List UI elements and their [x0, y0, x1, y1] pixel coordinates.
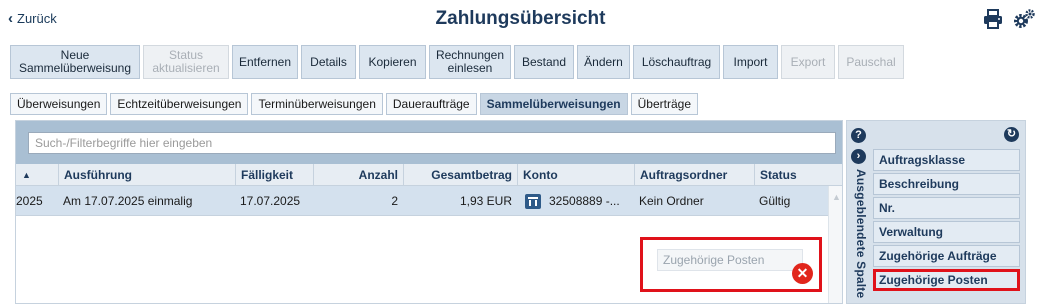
bank-icon	[525, 194, 541, 210]
update-status-button[interactable]: Status aktualisieren	[143, 45, 229, 79]
hidden-columns-title: Ausgeblendete Spalten	[854, 169, 868, 299]
button-label-line: einlesen	[447, 61, 493, 75]
column-header-status[interactable]: Status	[754, 164, 828, 186]
column-header-anzahl[interactable]: Anzahl	[313, 164, 403, 186]
scroll-up-icon[interactable]: ▲	[832, 192, 841, 202]
hidden-column-zugehoerige-posten[interactable]: Zugehörige Posten	[873, 269, 1020, 291]
transfer-type-tabs: Überweisungen Echtzeitüberweisungen Term…	[10, 93, 699, 115]
hidden-column-beschreibung[interactable]: Beschreibung	[873, 173, 1020, 195]
help-icon[interactable]: ?	[851, 128, 866, 143]
sort-asc-icon[interactable]: ▲	[22, 164, 31, 186]
table-header: ▲ Ausführung Fälligkeit Anzahl Gesamtbet…	[16, 164, 842, 186]
cell-konto: 32508889 -...	[517, 186, 634, 216]
cell-gesamtbetrag: 1,93 EUR	[459, 194, 512, 208]
search-input[interactable]	[28, 132, 836, 154]
remove-icon[interactable]: ✕	[792, 263, 813, 284]
tab-scheduled-transfers[interactable]: Terminüberweisungen	[251, 93, 383, 115]
page-title: Zahlungsübersicht	[435, 8, 606, 29]
action-toolbar: Neue Sammelüberweisung Status aktualisiere…	[10, 45, 904, 79]
hidden-column-verwaltung[interactable]: Verwaltung	[873, 221, 1020, 243]
button-label-line: aktualisieren	[152, 61, 220, 75]
konto-number: 32508889 -...	[549, 194, 620, 208]
cell-status: Gültig	[759, 194, 791, 208]
remove-button[interactable]: Entfernen	[232, 45, 298, 79]
import-invoices-button[interactable]: Rechnungen einlesen	[429, 45, 511, 79]
button-label-line: Rechnungen	[435, 48, 505, 62]
column-header-faelligkeit[interactable]: Fälligkeit	[235, 164, 313, 186]
hidden-columns-panel: ? › Ausgeblendete Spalten ↻ Auftragsklas…	[846, 120, 1026, 304]
flat-rate-button[interactable]: Pauschal	[838, 45, 904, 79]
button-label-line: Status	[168, 48, 204, 62]
refresh-icon[interactable]: ↻	[1004, 127, 1019, 142]
new-batch-transfer-button[interactable]: Neue Sammelüberweisung	[10, 45, 140, 79]
inventory-button[interactable]: Bestand	[514, 45, 574, 79]
gears-icon[interactable]	[1012, 8, 1036, 30]
import-button[interactable]: Import	[723, 45, 778, 79]
hidden-columns-strip: ? › Ausgeblendete Spalten	[847, 121, 869, 304]
page-header: ‹ Zurück Zahlungsübersicht	[0, 0, 1041, 40]
cell-date-partial: 2025	[16, 194, 43, 208]
hidden-column-auftragsklasse[interactable]: Auftragsklasse	[873, 149, 1020, 171]
tab-standing-orders[interactable]: Daueraufträge	[385, 93, 477, 115]
details-button[interactable]: Details	[301, 45, 356, 79]
printer-icon[interactable]	[982, 8, 1004, 30]
button-label-line: Sammelüberweisung	[18, 61, 132, 75]
cell-faelligkeit: 17.07.2025	[240, 194, 301, 208]
table-row[interactable]: 2025 Am 17.07.2025 einmalig 17.07.2025 2…	[16, 186, 828, 216]
dragged-column-chip[interactable]: Zugehörige Posten	[657, 249, 803, 271]
cell-ausfuehrung: Am 17.07.2025 einmalig	[63, 194, 193, 208]
cell-anzahl: 2	[391, 194, 398, 208]
export-button[interactable]: Export	[781, 45, 835, 79]
column-header-ausfuehrung[interactable]: Ausführung	[58, 164, 235, 186]
hidden-column-nr[interactable]: Nr.	[873, 197, 1020, 219]
copy-button[interactable]: Kopieren	[359, 45, 426, 79]
filter-bar	[16, 121, 842, 164]
cell-auftragsordner: Kein Ordner	[639, 194, 704, 208]
column-header-konto[interactable]: Konto	[517, 164, 634, 186]
tab-instant-transfers[interactable]: Echtzeitüberweisungen	[110, 93, 249, 115]
hidden-columns-list: Auftragsklasse Beschreibung Nr. Verwaltu…	[873, 149, 1020, 293]
column-drop-zone[interactable]: Zugehörige Posten ✕	[640, 237, 822, 292]
hidden-column-zugehoerige-auftraege[interactable]: Zugehörige Aufträge	[873, 245, 1020, 267]
tab-account-transfers[interactable]: Überträge	[630, 93, 699, 115]
column-header-gesamtbetrag[interactable]: Gesamtbetrag	[403, 164, 517, 186]
deletion-order-button[interactable]: Löschauftrag	[633, 45, 720, 79]
collapse-icon[interactable]: ›	[851, 149, 866, 164]
column-header-auftragsordner[interactable]: Auftragsordner	[634, 164, 754, 186]
vertical-scrollbar[interactable]: ▲	[828, 186, 842, 303]
tab-batch-transfers[interactable]: Sammelüberweisungen	[479, 93, 628, 115]
button-label-line: Neue	[60, 48, 90, 62]
tab-transfers[interactable]: Überweisungen	[10, 93, 108, 115]
edit-button[interactable]: Ändern	[577, 45, 630, 79]
